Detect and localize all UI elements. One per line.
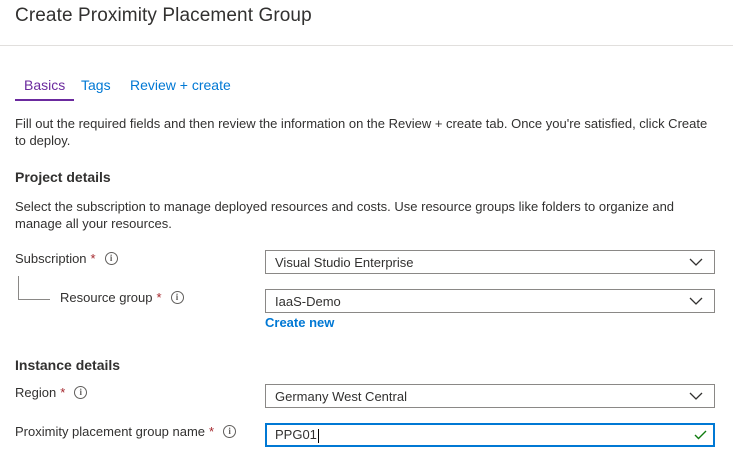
region-label-row: Region * i <box>15 385 88 400</box>
required-marker: * <box>209 424 215 439</box>
ppg-name-text: PPG01 <box>275 427 317 443</box>
ppg-name-value: PPG01 <box>275 427 690 443</box>
required-marker: * <box>156 290 162 305</box>
info-icon[interactable]: i <box>223 425 237 438</box>
region-value: Germany West Central <box>275 388 407 404</box>
tab-review-create[interactable]: Review + create <box>121 76 240 101</box>
ppg-name-label-row: Proximity placement group name * i <box>15 424 237 439</box>
required-marker: * <box>60 385 66 400</box>
project-details-heading: Project details <box>15 169 111 185</box>
required-marker: * <box>90 251 96 266</box>
ppg-name-input[interactable]: PPG01 <box>265 423 715 447</box>
resource-group-label: Resource group <box>60 290 153 305</box>
subscription-label: Subscription <box>15 251 87 266</box>
info-icon[interactable]: i <box>74 386 88 399</box>
instance-details-heading: Instance details <box>15 357 121 373</box>
region-label: Region <box>15 385 57 400</box>
info-icon[interactable]: i <box>170 291 184 304</box>
tab-basics[interactable]: Basics <box>15 76 75 101</box>
tree-connector <box>18 276 19 299</box>
resource-group-value: IaaS-Demo <box>275 293 341 309</box>
header-divider <box>0 45 733 46</box>
project-details-description: Select the subscription to manage deploy… <box>15 199 675 231</box>
chevron-down-icon <box>684 385 708 407</box>
subscription-value: Visual Studio Enterprise <box>275 254 414 270</box>
checkmark-icon <box>690 425 710 445</box>
subscription-dropdown[interactable]: Visual Studio Enterprise <box>265 250 715 274</box>
tab-tags[interactable]: Tags <box>72 76 120 101</box>
tree-connector <box>18 299 50 300</box>
intro-text: Fill out the required fields and then re… <box>15 116 708 148</box>
resource-group-dropdown[interactable]: IaaS-Demo <box>265 289 715 313</box>
info-icon[interactable]: i <box>104 252 118 265</box>
chevron-down-icon <box>684 290 708 312</box>
subscription-label-row: Subscription * i <box>15 251 118 266</box>
create-new-link[interactable]: Create new <box>265 315 334 330</box>
resource-group-label-row: Resource group * i <box>60 290 184 305</box>
page-title: Create Proximity Placement Group <box>15 5 312 26</box>
chevron-down-icon <box>684 251 708 273</box>
ppg-name-label: Proximity placement group name <box>15 424 206 439</box>
region-dropdown[interactable]: Germany West Central <box>265 384 715 408</box>
text-caret <box>317 428 319 443</box>
